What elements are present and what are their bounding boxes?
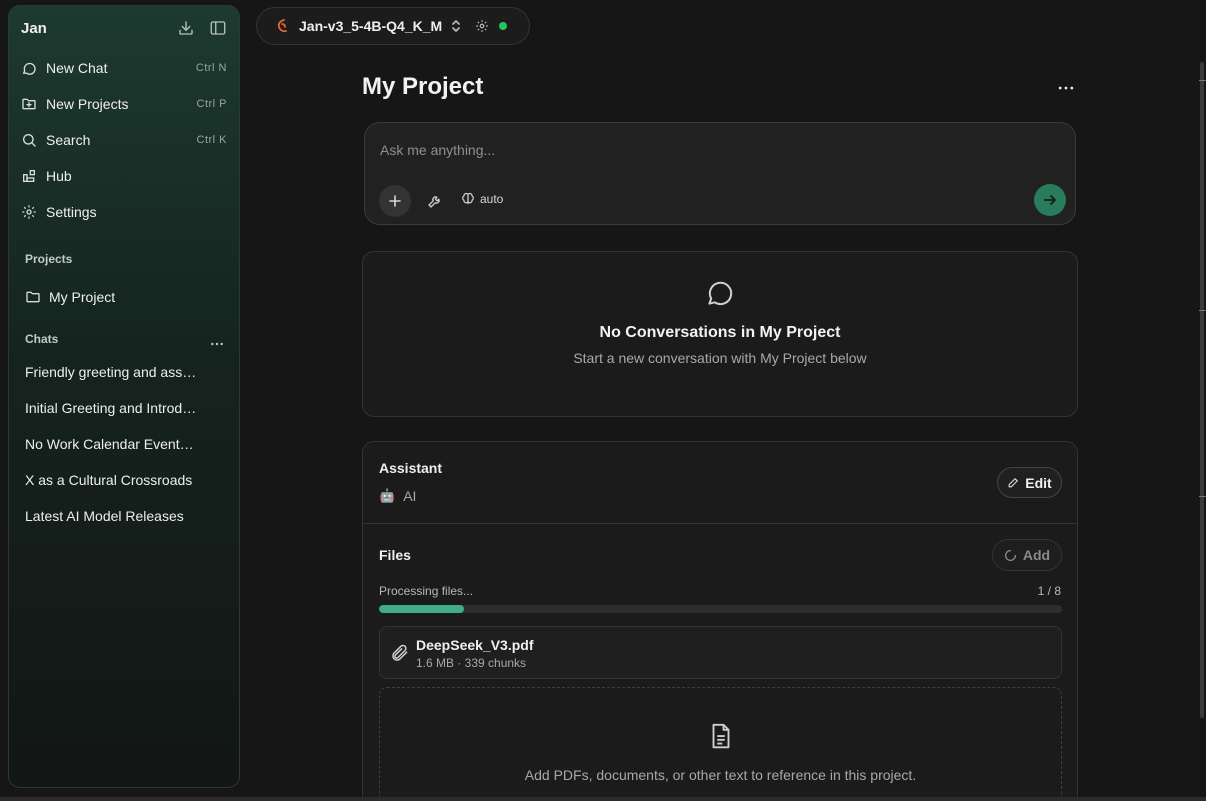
files-label: Files — [379, 547, 411, 563]
loading-spinner-icon — [1004, 549, 1017, 562]
nav-hub[interactable]: Hub — [21, 162, 227, 190]
nav-settings[interactable]: Settings — [21, 198, 227, 226]
processing-count: 1 / 8 — [1037, 584, 1061, 598]
shortcut-hint: Ctrl N — [195, 62, 227, 74]
message-circle-icon — [704, 277, 736, 309]
wrench-icon[interactable] — [427, 193, 443, 209]
sidebar-item-my-project[interactable]: My Project — [25, 284, 227, 310]
folder-plus-icon — [21, 96, 37, 112]
file-name: DeepSeek_V3.pdf — [416, 637, 534, 653]
scrollbar-marker — [1199, 496, 1206, 497]
page-title: My Project — [362, 73, 484, 100]
more-options-icon[interactable] — [1056, 78, 1076, 98]
scrollbar-marker — [1199, 310, 1206, 311]
empty-state-subtitle: Start a new conversation with My Project… — [573, 350, 867, 366]
progress-fill — [379, 605, 465, 613]
send-button[interactable] — [1034, 184, 1066, 216]
folder-icon — [25, 289, 41, 305]
chat-list-item[interactable]: X as a Cultural Crossroads — [25, 472, 197, 488]
scrollbar-thumb[interactable] — [1200, 62, 1204, 718]
chat-bubble-icon — [21, 60, 37, 76]
chat-list-item[interactable]: Latest AI Model Releases — [25, 508, 197, 524]
projects-section-label: Projects — [25, 252, 73, 266]
empty-state-title: No Conversations in My Project — [599, 324, 841, 341]
assistant-value: 🤖 AI — [379, 488, 416, 504]
file-list-item[interactable]: DeepSeek_V3.pdf 1.6 MB · 339 chunks — [379, 626, 1062, 679]
sidebar-toggle-icon[interactable] — [209, 19, 227, 37]
nav-label: Search — [46, 132, 91, 148]
blocks-icon — [21, 168, 37, 184]
more-horizontal-icon[interactable] — [209, 336, 225, 352]
shortcut-hint: Ctrl K — [196, 134, 227, 146]
project-label: My Project — [49, 289, 116, 305]
project-info-card: Assistant 🤖 AI Edit Files Add Processing… — [362, 441, 1078, 801]
search-icon — [21, 132, 37, 148]
drop-zone-hint: Add PDFs, documents, or other text to re… — [524, 767, 917, 783]
gear-icon — [21, 204, 37, 220]
add-label: Add — [1022, 547, 1051, 563]
nav-label: New Projects — [46, 96, 129, 112]
shortcut-hint: Ctrl P — [196, 98, 227, 110]
attach-button[interactable] — [379, 185, 411, 217]
pencil-icon — [1007, 476, 1020, 489]
document-icon — [706, 721, 736, 751]
model-status-indicator — [499, 22, 508, 30]
model-settings-icon[interactable] — [475, 19, 489, 33]
edit-assistant-button[interactable]: Edit — [997, 467, 1062, 498]
paperclip-icon — [390, 643, 410, 663]
download-icon[interactable] — [177, 19, 195, 37]
nav-label: Hub — [46, 168, 72, 184]
chevron-up-down-icon[interactable] — [451, 19, 461, 33]
nav-new-projects[interactable]: New Projects Ctrl P — [21, 90, 227, 118]
mode-label: auto — [480, 192, 504, 206]
add-file-button[interactable]: Add — [992, 539, 1062, 571]
scrollbar-marker — [1199, 80, 1206, 81]
window-bottom-edge — [0, 797, 1206, 801]
chat-list-item[interactable]: Friendly greeting and assistance offer — [25, 364, 197, 380]
sidebar-header: Jan — [21, 20, 227, 38]
nav-search[interactable]: Search Ctrl K — [21, 126, 227, 154]
brain-icon — [461, 192, 475, 206]
divider — [363, 523, 1077, 524]
chat-composer: auto — [364, 122, 1076, 225]
chat-input[interactable] — [380, 139, 1020, 161]
processing-progress-bar — [379, 605, 1062, 613]
processing-label: Processing files... — [379, 584, 474, 598]
assistant-name: AI — [403, 488, 417, 504]
nav-label: New Chat — [46, 60, 108, 76]
empty-conversations-card: No Conversations in My Project Start a n… — [362, 251, 1078, 417]
nav-label: Settings — [46, 204, 97, 220]
chats-section-label: Chats — [25, 332, 59, 346]
file-drop-zone[interactable]: Add PDFs, documents, or other text to re… — [379, 687, 1062, 801]
edit-label: Edit — [1025, 474, 1052, 491]
robot-emoji: 🤖 — [379, 488, 396, 503]
app-title: Jan — [21, 20, 47, 37]
model-selector[interactable]: Jan-v3_5-4B-Q4_K_M — [256, 7, 530, 45]
reasoning-mode-button[interactable]: auto — [461, 192, 503, 206]
chat-list-item[interactable]: Initial Greeting and Introduction — [25, 400, 197, 416]
chat-list-item[interactable]: No Work Calendar Events Found — [25, 436, 197, 452]
file-meta: 1.6 MB · 339 chunks — [416, 656, 527, 670]
nav-new-chat[interactable]: New Chat Ctrl N — [21, 54, 227, 82]
assistant-label: Assistant — [379, 460, 443, 476]
model-logo-icon — [275, 18, 289, 34]
model-name: Jan-v3_5-4B-Q4_K_M — [299, 18, 443, 34]
sidebar: Jan New Chat Ctrl N New Projects Ctrl P … — [8, 5, 240, 788]
